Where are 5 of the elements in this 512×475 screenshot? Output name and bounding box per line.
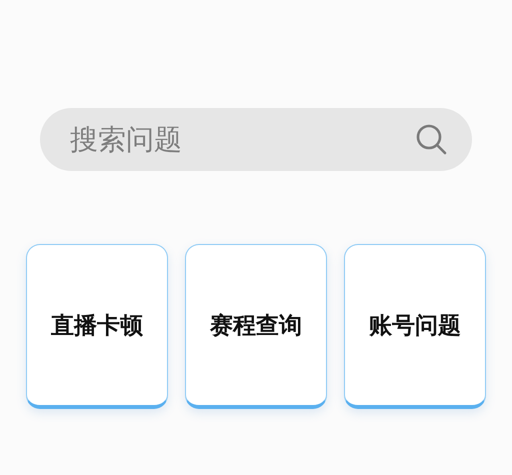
category-card[interactable]: 直播卡顿 bbox=[26, 244, 168, 409]
search-field[interactable]: 搜索问题 bbox=[40, 108, 472, 171]
category-card[interactable]: 账号问题 bbox=[344, 244, 486, 409]
search-icon[interactable] bbox=[414, 122, 448, 156]
category-card[interactable]: 赛程查询 bbox=[185, 244, 327, 409]
